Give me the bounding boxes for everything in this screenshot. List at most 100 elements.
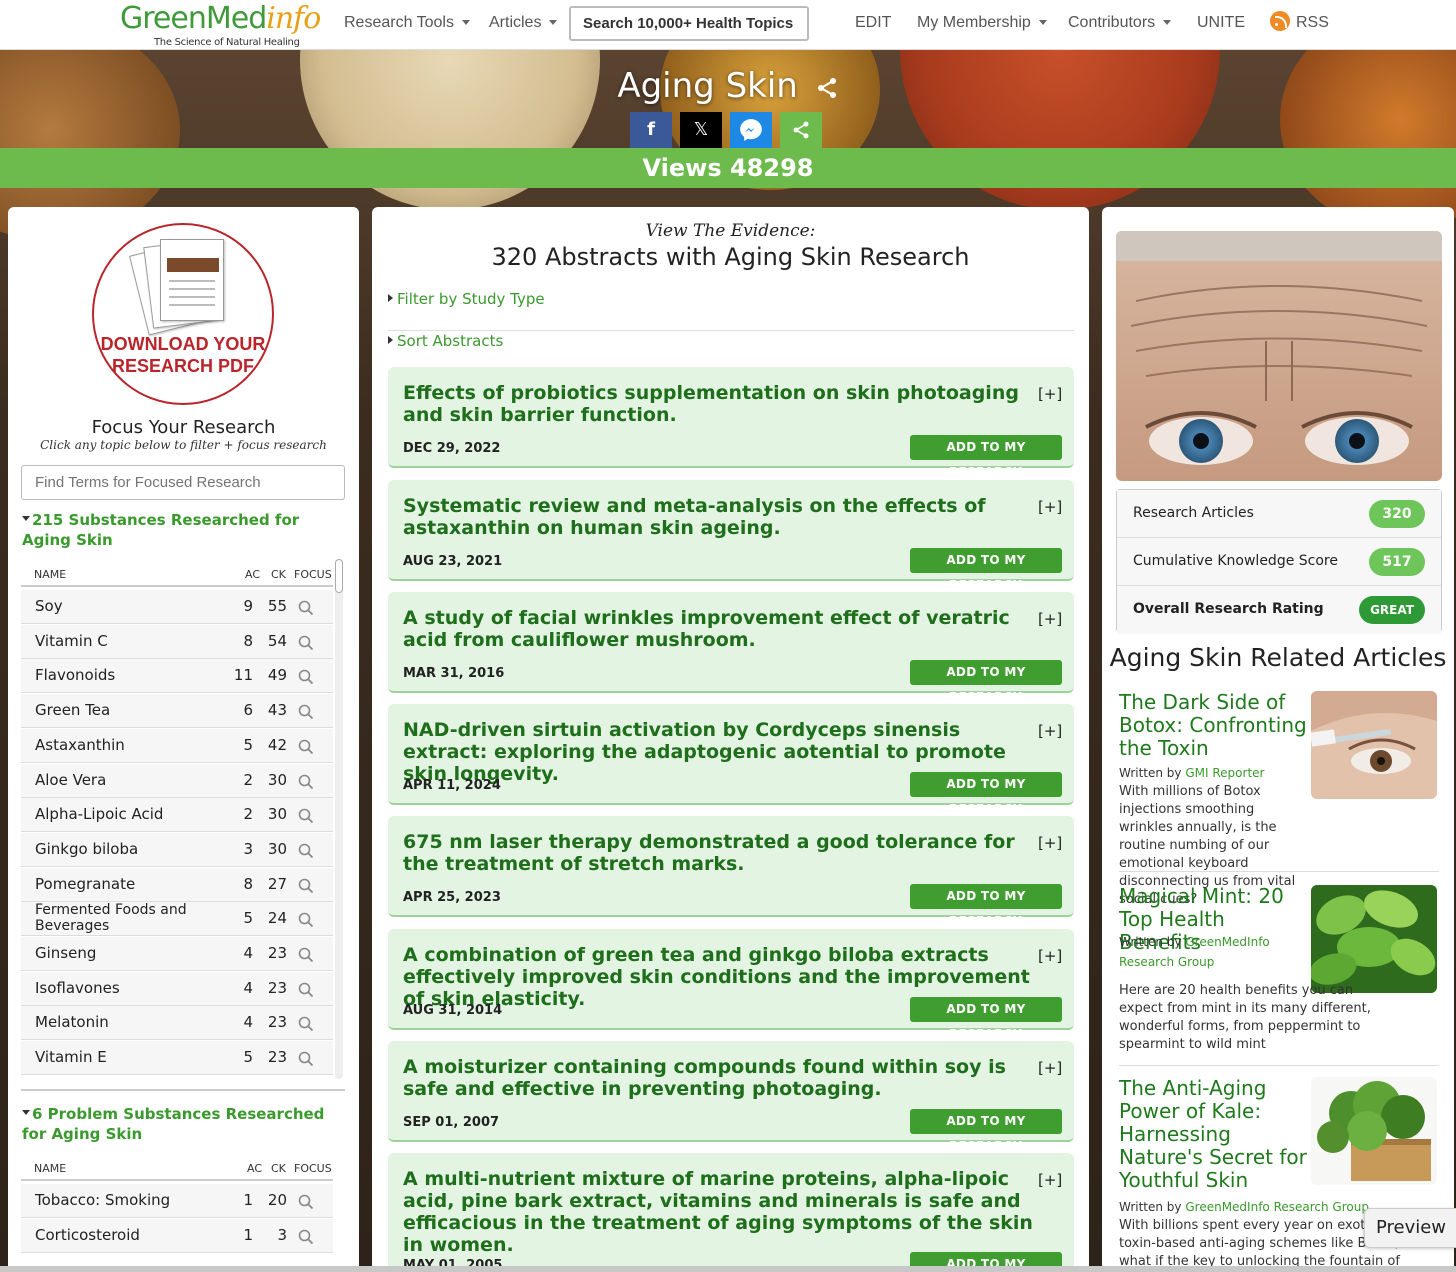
magnifier-icon[interactable] bbox=[298, 1016, 314, 1032]
add-to-my-research-button[interactable]: ADD TO MY RESEARCH bbox=[910, 884, 1062, 928]
substances-group-toggle[interactable]: 215 Substances Researched for Aging Skin bbox=[22, 510, 342, 550]
substance-row[interactable]: Alpha-Lipoic Acid 2 30 bbox=[21, 798, 333, 833]
magnifier-icon[interactable] bbox=[298, 600, 314, 616]
substance-row[interactable]: Pomegranate 8 27 bbox=[21, 867, 333, 902]
magnifier-icon[interactable] bbox=[298, 1051, 314, 1067]
nav-contributors[interactable]: Contributors bbox=[1068, 0, 1172, 48]
find-terms-input[interactable] bbox=[21, 465, 345, 500]
expand-abstract-button[interactable]: [+] bbox=[1038, 498, 1062, 516]
preview-tab[interactable]: Preview bbox=[1364, 1208, 1456, 1248]
author-link[interactable]: GMI Reporter bbox=[1185, 766, 1264, 780]
substance-name[interactable]: Flavonoids bbox=[35, 666, 235, 684]
substance-name[interactable]: Fermented Foods and Beverages bbox=[35, 902, 235, 934]
substance-name[interactable]: Soy bbox=[35, 597, 235, 615]
magnifier-icon[interactable] bbox=[298, 982, 314, 998]
substance-name[interactable]: Green Tea bbox=[35, 701, 235, 719]
botox-injection-image[interactable] bbox=[1311, 691, 1437, 799]
site-logo[interactable]: GreenMedinfo The Science of Natural Heal… bbox=[120, 2, 330, 49]
add-to-my-research-button[interactable]: ADD TO MY RESEARCH bbox=[910, 660, 1062, 704]
substances-scrollbar-thumb[interactable] bbox=[335, 559, 343, 593]
substance-row[interactable]: Vitamin C 8 54 bbox=[21, 624, 333, 659]
filter-by-study-type[interactable]: Filter by Study Type bbox=[388, 289, 1074, 331]
add-to-my-research-button[interactable]: ADD TO MY RESEARCH bbox=[910, 772, 1062, 816]
substance-row[interactable]: Ginkgo biloba 3 30 bbox=[21, 832, 333, 867]
expand-abstract-button[interactable]: [+] bbox=[1038, 385, 1062, 403]
substance-name[interactable]: Corticosteroid bbox=[35, 1226, 235, 1244]
magnifier-icon[interactable] bbox=[298, 774, 314, 790]
substance-ac: 8 bbox=[243, 874, 253, 893]
abstract-title[interactable]: Effects of probiotics supplementation on… bbox=[403, 382, 1035, 426]
substance-name[interactable]: Vitamin C bbox=[35, 632, 235, 650]
expand-abstract-button[interactable]: [+] bbox=[1038, 947, 1062, 965]
magnifier-icon[interactable] bbox=[298, 912, 314, 928]
nav-rss[interactable]: RSS bbox=[1270, 0, 1329, 48]
generic-share-button[interactable] bbox=[780, 112, 822, 148]
substance-row[interactable]: Soy 9 55 bbox=[21, 590, 333, 624]
problem-substances-group-toggle[interactable]: 6 Problem Substances Researched for Agin… bbox=[22, 1104, 342, 1144]
substance-name[interactable]: Vitamin E bbox=[35, 1048, 235, 1066]
abstract-title[interactable]: A moisturizer containing compounds found… bbox=[403, 1056, 1035, 1100]
substance-row[interactable]: Corticosteroid 1 3 bbox=[21, 1218, 333, 1253]
kale-image[interactable] bbox=[1311, 1077, 1437, 1185]
expand-abstract-button[interactable]: [+] bbox=[1038, 834, 1062, 852]
expand-abstract-button[interactable]: [+] bbox=[1038, 610, 1062, 628]
magnifier-icon[interactable] bbox=[298, 843, 314, 859]
substance-row[interactable]: Isoflavones 4 23 bbox=[21, 971, 333, 1006]
author-link[interactable]: GreenMedInfo Research Group bbox=[1185, 1200, 1369, 1214]
magnifier-icon[interactable] bbox=[298, 704, 314, 720]
substances-scrollbar[interactable] bbox=[335, 559, 343, 1079]
magnifier-icon[interactable] bbox=[298, 808, 314, 824]
abstract-title[interactable]: Systematic review and meta-analysis on t… bbox=[403, 495, 1035, 539]
expand-abstract-button[interactable]: [+] bbox=[1038, 1059, 1062, 1077]
download-pdf-badge[interactable]: DOWNLOAD YOUR RESEARCH PDF bbox=[92, 223, 274, 405]
magnifier-icon[interactable] bbox=[298, 1229, 314, 1245]
magnifier-icon[interactable] bbox=[298, 739, 314, 755]
add-to-my-research-button[interactable]: ADD TO MY RESEARCH bbox=[910, 435, 1062, 479]
related-article-title[interactable]: The Anti-Aging Power of Kale: Harnessing… bbox=[1119, 1077, 1309, 1192]
horizontal-scrollbar[interactable] bbox=[0, 1266, 1456, 1272]
substance-name[interactable]: Ginseng bbox=[35, 944, 235, 962]
nav-edit[interactable]: EDIT bbox=[855, 0, 891, 48]
add-to-my-research-button[interactable]: ADD TO MY RESEARCH bbox=[910, 997, 1062, 1041]
substance-row[interactable]: Aloe Vera 2 30 bbox=[21, 763, 333, 798]
add-to-my-research-button[interactable]: ADD TO MY RESEARCH bbox=[910, 548, 1062, 592]
abstract-title[interactable]: A multi-nutrient mixture of marine prote… bbox=[403, 1168, 1035, 1256]
nav-unite[interactable]: UNITE bbox=[1197, 0, 1245, 48]
substance-row[interactable]: Fermented Foods and Beverages 5 24 bbox=[21, 902, 333, 937]
substance-row[interactable]: Melatonin 4 23 bbox=[21, 1006, 333, 1041]
substance-name[interactable]: Melatonin bbox=[35, 1013, 235, 1031]
substance-row[interactable]: Astaxanthin 5 42 bbox=[21, 728, 333, 763]
substance-row[interactable]: Vitamin E 5 23 bbox=[21, 1041, 333, 1076]
substance-name[interactable]: Alpha-Lipoic Acid bbox=[35, 805, 235, 823]
topic-search-box[interactable]: Search 10,000+ Health Topics bbox=[569, 6, 809, 41]
substance-name[interactable]: Astaxanthin bbox=[35, 736, 235, 754]
share-icon[interactable] bbox=[815, 76, 839, 100]
substance-row[interactable]: Green Tea 6 43 bbox=[21, 694, 333, 729]
mint-leaves-image[interactable] bbox=[1311, 885, 1437, 993]
abstract-title[interactable]: A study of facial wrinkles improvement e… bbox=[403, 607, 1035, 651]
substance-row[interactable]: Flavonoids 11 49 bbox=[21, 659, 333, 694]
magnifier-icon[interactable] bbox=[298, 669, 314, 685]
magnifier-icon[interactable] bbox=[298, 878, 314, 894]
substance-name[interactable]: Aloe Vera bbox=[35, 771, 235, 789]
substance-name[interactable]: Pomegranate bbox=[35, 875, 235, 893]
nav-articles[interactable]: Articles bbox=[489, 0, 558, 48]
abstract-title[interactable]: 675 nm laser therapy demonstrated a good… bbox=[403, 831, 1035, 875]
expand-abstract-button[interactable]: [+] bbox=[1038, 722, 1062, 740]
related-article-title[interactable]: The Dark Side of Botox: Confronting the … bbox=[1119, 691, 1309, 760]
substance-row[interactable]: Ginseng 4 23 bbox=[21, 937, 333, 971]
expand-abstract-button[interactable]: [+] bbox=[1038, 1171, 1062, 1189]
add-to-my-research-button[interactable]: ADD TO MY RESEARCH bbox=[910, 1109, 1062, 1153]
magnifier-icon[interactable] bbox=[298, 1194, 314, 1210]
messenger-share-button[interactable] bbox=[730, 112, 772, 148]
facebook-share-button[interactable]: f bbox=[630, 112, 672, 148]
substance-row[interactable]: Tobacco: Smoking 1 20 bbox=[21, 1184, 333, 1218]
substance-name[interactable]: Isoflavones bbox=[35, 979, 235, 997]
magnifier-icon[interactable] bbox=[298, 947, 314, 963]
magnifier-icon[interactable] bbox=[298, 635, 314, 651]
substance-name[interactable]: Ginkgo biloba bbox=[35, 840, 235, 858]
nav-research-tools[interactable]: Research Tools bbox=[344, 0, 470, 48]
nav-my-membership[interactable]: My Membership bbox=[917, 0, 1047, 48]
substance-name[interactable]: Tobacco: Smoking bbox=[35, 1191, 235, 1209]
x-share-button[interactable]: 𝕏 bbox=[680, 112, 722, 148]
